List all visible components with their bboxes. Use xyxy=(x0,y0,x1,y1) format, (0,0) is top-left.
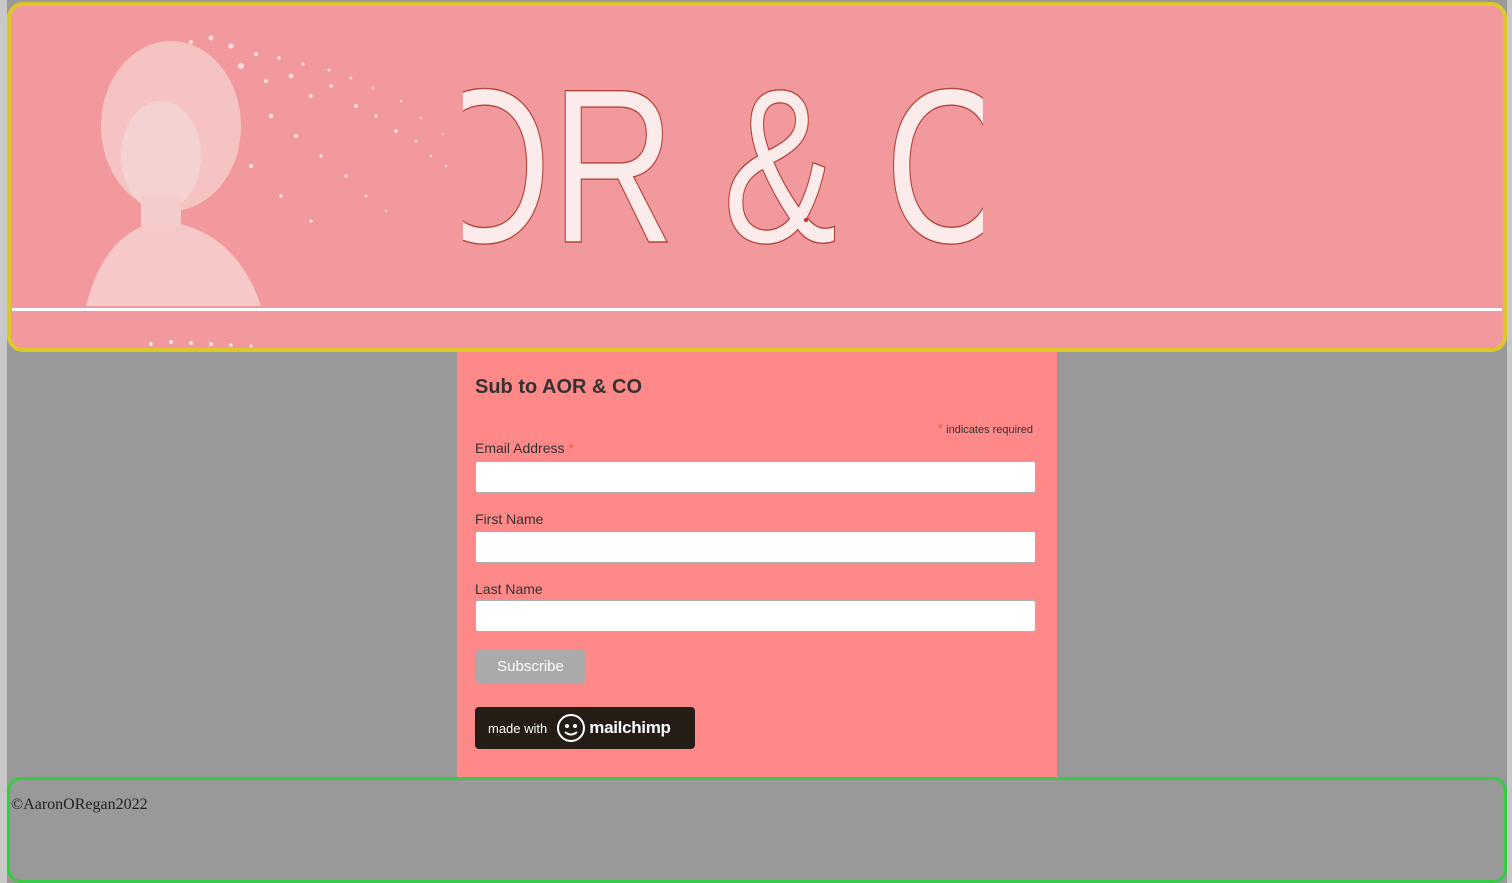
last-name-field[interactable] xyxy=(475,600,1036,632)
header-divider xyxy=(12,308,1502,311)
logo-text: AOR & CO xyxy=(463,42,983,268)
subscribe-button[interactable]: Subscribe xyxy=(475,650,586,683)
signup-form: Sub to AOR & CO * indicates required Ema… xyxy=(457,352,1057,777)
last-name-label: Last Name xyxy=(475,581,543,597)
email-label: Email Address * xyxy=(475,440,574,456)
page: AOR & CO Sub to AOR & CO * indicates req… xyxy=(0,0,1512,883)
woman-figure-image xyxy=(86,41,261,306)
email-required-asterisk: * xyxy=(568,440,574,456)
email-label-text: Email Address xyxy=(475,440,565,456)
copyright-text: ©AaronORegan2022 xyxy=(11,796,148,813)
mailchimp-badge-link[interactable]: made with mailchimp xyxy=(475,707,695,749)
header-banner: AOR & CO xyxy=(7,2,1507,352)
form-title: Sub to AOR & CO xyxy=(475,376,643,398)
badge-brand: mailchimp xyxy=(589,718,671,737)
lower-particles xyxy=(149,340,253,348)
first-name-label: First Name xyxy=(475,511,544,527)
required-asterisk: * xyxy=(937,420,944,436)
required-note-text: indicates required xyxy=(946,424,1033,436)
email-field[interactable] xyxy=(475,461,1036,493)
mailchimp-freddie-icon xyxy=(557,714,586,742)
logo-wordmark: AOR & CO xyxy=(463,42,983,268)
required-note: * indicates required xyxy=(938,420,1033,436)
badge-made-with: made with xyxy=(488,720,548,736)
footer: ©AaronORegan2022 xyxy=(7,777,1507,883)
first-name-field[interactable] xyxy=(475,531,1036,563)
